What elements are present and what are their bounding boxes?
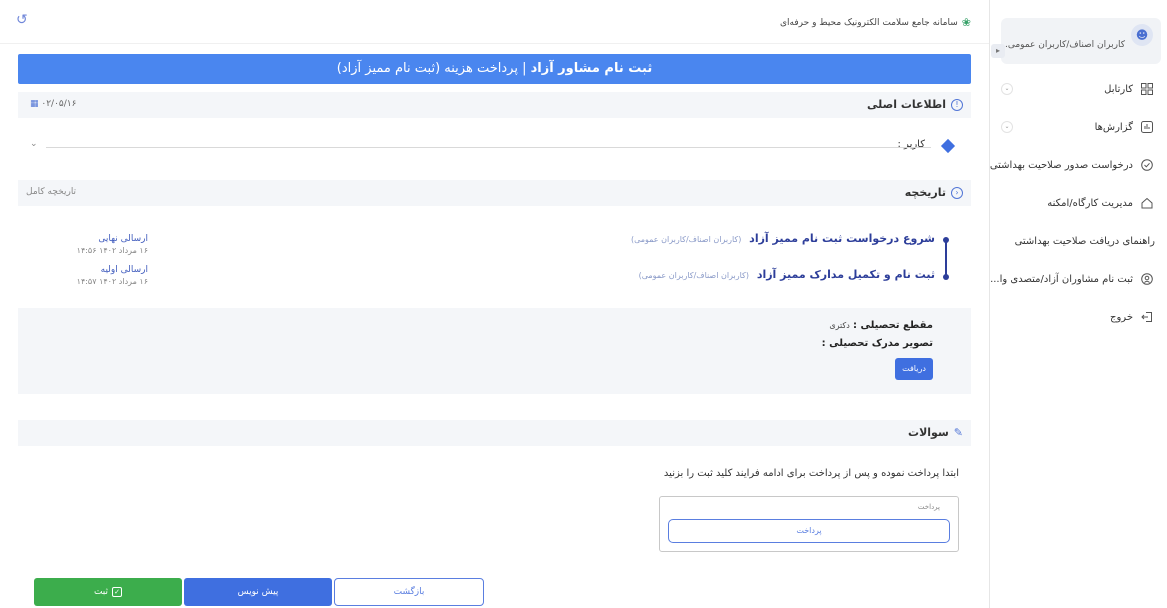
sidebar: ☻ کاربران اصناف/کاربران عمومی... ▸ کارتا… (989, 0, 1167, 608)
sidebar-item-logout[interactable]: خروج (989, 298, 1167, 336)
info-icon: ! (951, 98, 963, 111)
sidebar-item-label: ثبت نام مشاوران آزاد/متصدی وا... (990, 273, 1133, 285)
questions-title-text: سوالات (908, 426, 949, 439)
sidebar-item-label: خروج (1110, 311, 1133, 323)
main-info-title: ! اطلاعات اصلی (867, 98, 963, 111)
degree-row: مقطع تحصیلی : دکتری (829, 320, 933, 331)
sidebar-item-label: کارتابل (1104, 83, 1133, 95)
sidebar-item-kartabl[interactable]: کارتابل ⌄ (989, 70, 1167, 108)
questions-title: ✎ سوالات (908, 426, 963, 439)
sidebar-item-workshop[interactable]: مدیریت کارگاه/امکنه (989, 184, 1167, 222)
sidebar-item-reports[interactable]: گزارش‌ها ⌄ (989, 108, 1167, 146)
user-name: کاربران اصناف/کاربران عمومی... (999, 40, 1125, 50)
event-date: ۱۶ مرداد ۱۴۰۲ ۱۴:۵۶ (76, 246, 148, 255)
user-profile[interactable]: ☻ کاربران اصناف/کاربران عمومی... ▸ (991, 18, 1161, 64)
page-title-banner: ثبت نام مشاور آزاد | پرداخت هزینه (ثبت ن… (18, 54, 971, 84)
page-title-separator: | (517, 61, 531, 76)
user-select-label: کاربر : (897, 139, 926, 150)
chevron-down-icon[interactable]: ⌄ (1001, 121, 1013, 133)
edit-icon: ✎ (953, 426, 963, 439)
main-info-title-text: اطلاعات اصلی (866, 98, 946, 111)
sidebar-menu: کارتابل ⌄ گزارش‌ها ⌄ درخواست صدور صلاحیت… (989, 70, 1167, 336)
sidebar-item-guide[interactable]: راهنمای دریافت صلاحیت بهداشتی (989, 222, 1167, 260)
history-timeline: شروع درخواست ثبت نام ممیز آزاد (کاربران … (539, 228, 959, 288)
degree-value: دکتری (829, 321, 850, 330)
full-history-link[interactable]: تاریخچه کامل (26, 187, 76, 197)
timeline-line (945, 238, 947, 278)
sidebar-collapse-button[interactable]: ▸ (991, 44, 1005, 58)
payment-box: پرداخت پرداخت (659, 496, 959, 552)
history-title: ‹ تاریخچه (905, 186, 963, 199)
payment-instruction: ابتدا پرداخت نموده و پس از پرداخت برای ا… (663, 468, 959, 479)
timeline-item-title: ثبت نام و تکمیل مدارک ممیز آزاد (756, 268, 935, 281)
degree-label: مقطع تحصیلی : (852, 320, 933, 331)
event-title: ارسالی نهایی (98, 234, 148, 244)
user-select-row[interactable]: کاربر : ⌄ (18, 136, 971, 156)
timeline-dot (943, 274, 949, 280)
sidebar-item-label: راهنمای دریافت صلاحیت بهداشتی (1014, 235, 1155, 247)
timeline-item: شروع درخواست ثبت نام ممیز آزاد (کاربران … (631, 232, 935, 245)
sidebar-item-health-request[interactable]: درخواست صدور صلاحیت بهداشتی (989, 146, 1167, 184)
date-display: ۰۲/۰۵/۱۶ ▦ (26, 99, 76, 109)
event-date: ۱۶ مرداد ۱۴۰۲ ۱۴:۵۷ (76, 277, 148, 286)
history-header[interactable]: ‹ تاریخچه تاریخچه کامل (18, 180, 971, 206)
degree-image-row: تصویر مدرک تحصیلی : (822, 338, 933, 349)
check-circle-icon (1139, 157, 1155, 173)
home-icon (1139, 195, 1155, 211)
chevron-down-icon[interactable]: ⌄ (30, 139, 38, 149)
event-title: ارسالی اولیه (100, 265, 148, 275)
grid-icon (1139, 81, 1155, 97)
timeline-item: ثبت نام و تکمیل مدارک ممیز آزاد (کاربران… (639, 268, 935, 281)
chevron-down-icon[interactable]: ⌄ (1001, 83, 1013, 95)
user-icon: ☻ (1131, 24, 1153, 46)
history-events: ارسالی نهایی ۱۶ مرداد ۱۴۰۲ ۱۴:۵۶ ارسالی … (28, 234, 148, 296)
diamond-icon (940, 138, 956, 154)
date-value: ۰۲/۰۵/۱۶ (41, 99, 77, 109)
badge-icon (1139, 271, 1155, 287)
draft-button[interactable]: پیش نویس (184, 578, 332, 606)
submit-button[interactable]: ✓ثبت (34, 578, 182, 606)
logout-icon (1139, 309, 1155, 325)
sidebar-item-label: مدیریت کارگاه/امکنه (1047, 197, 1133, 209)
degree-image-label: تصویر مدرک تحصیلی : (821, 338, 933, 349)
main-content: ثبت نام مشاور آزاد | پرداخت هزینه (ثبت ن… (18, 0, 971, 608)
pay-button[interactable]: پرداخت (668, 519, 950, 543)
timeline-dot (943, 237, 949, 243)
event-item: ارسالی نهایی ۱۶ مرداد ۱۴۰۲ ۱۴:۵۶ (28, 234, 148, 255)
questions-header[interactable]: ✎ سوالات (18, 420, 971, 446)
details-panel: مقطع تحصیلی : دکتری تصویر مدرک تحصیلی : … (18, 308, 971, 394)
page-title-bold: ثبت نام مشاور آزاد (530, 61, 653, 76)
page-title-rest: پرداخت هزینه (ثبت نام ممیز آزاد) (336, 61, 518, 76)
chart-icon (1139, 119, 1155, 135)
event-item: ارسالی اولیه ۱۶ مرداد ۱۴۰۲ ۱۴:۵۷ (28, 265, 148, 286)
sidebar-item-advisor-register[interactable]: ثبت نام مشاوران آزاد/متصدی وا... (989, 260, 1167, 298)
chevron-left-circle-icon: ‹ (951, 186, 963, 199)
submit-label: ثبت (93, 587, 109, 597)
user-select-line (46, 147, 931, 148)
timeline-item-sub: (کاربران اصناف/کاربران عمومی) (638, 271, 749, 280)
timeline-item-title: شروع درخواست ثبت نام ممیز آزاد (749, 232, 935, 245)
history-title-text: تاریخچه (904, 186, 946, 199)
sidebar-item-label: درخواست صدور صلاحیت بهداشتی (989, 159, 1133, 171)
payment-box-label: پرداخت (917, 503, 940, 511)
main-info-header[interactable]: ! اطلاعات اصلی ۰۲/۰۵/۱۶ ▦ (18, 92, 971, 118)
timeline-item-sub: (کاربران اصناف/کاربران عمومی) (630, 235, 742, 244)
download-button[interactable]: دریافت (895, 358, 933, 380)
calendar-icon: ▦ (30, 99, 39, 109)
sidebar-item-label: گزارش‌ها (1094, 121, 1133, 133)
check-icon: ✓ (112, 586, 123, 597)
back-button[interactable]: بازگشت (334, 578, 484, 606)
